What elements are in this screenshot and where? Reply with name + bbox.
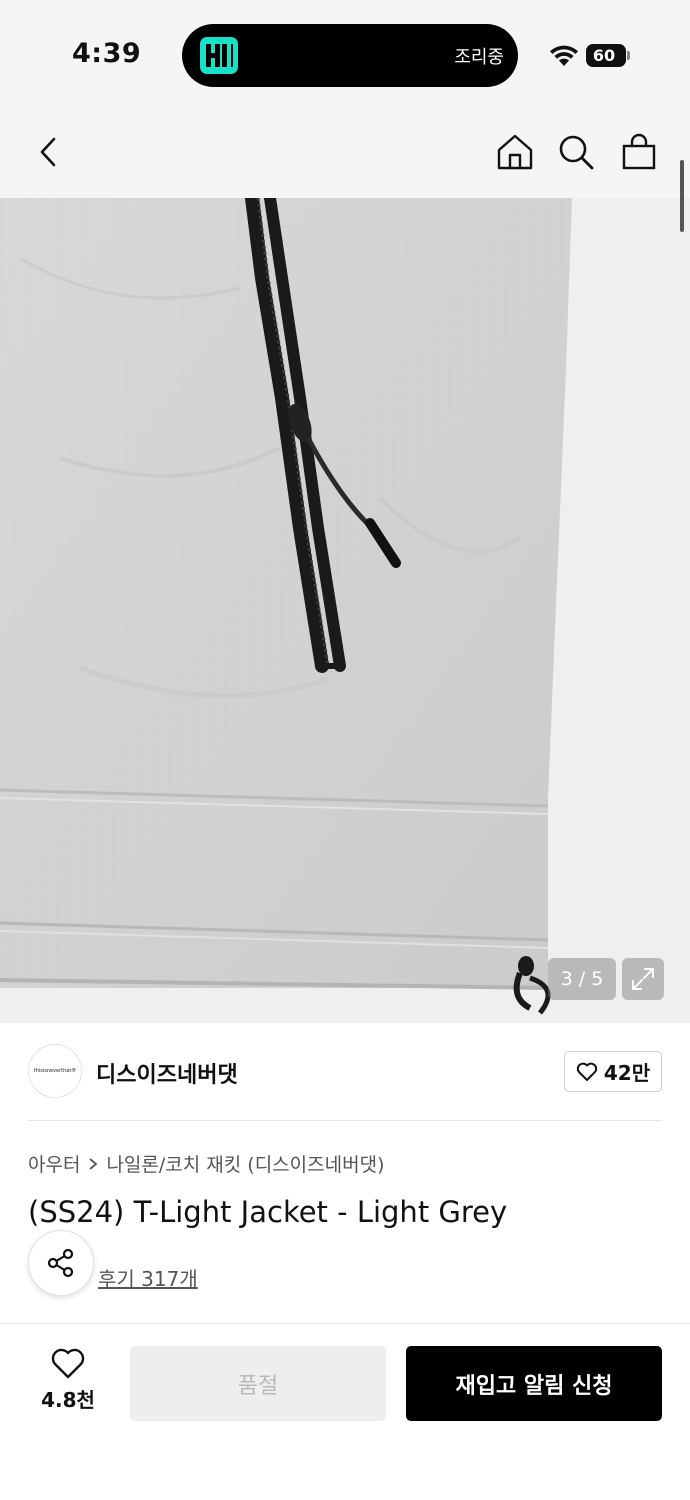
share-button[interactable] (28, 1230, 94, 1296)
gallery-page-counter: 3 / 5 (548, 958, 616, 1000)
search-button[interactable] (554, 130, 598, 174)
navigation-bar (0, 110, 690, 198)
breadcrumb-item-subcategory[interactable]: 나일론/코치 재킷 (디스이즈네버댓) (106, 1150, 384, 1177)
search-icon (559, 135, 594, 170)
brand-name[interactable]: 디스이즈네버댓 (96, 1057, 238, 1089)
island-activity-label: 조리중 (454, 47, 504, 68)
breadcrumb-item-category[interactable]: 아우터 (28, 1150, 80, 1177)
dynamic-island[interactable]: 조리중 (182, 24, 518, 87)
status-bar: 4:39 조리중 60 (0, 0, 690, 110)
heart-icon (576, 1062, 598, 1081)
status-time: 4:39 (72, 38, 142, 69)
expand-image-button[interactable] (622, 958, 664, 1000)
review-link[interactable]: 후기 317개 (98, 1263, 198, 1292)
brand-logo[interactable]: thisisneverthat® (28, 1044, 82, 1098)
brand-row: thisisneverthat® 디스이즈네버댓 42만 (28, 1044, 662, 1100)
brand-like-count: 42만 (603, 1061, 651, 1085)
product-title: (SS24) T-Light Jacket - Light Grey (28, 1195, 508, 1229)
heart-icon (51, 1348, 85, 1379)
battery-cap (627, 51, 630, 60)
home-icon (497, 134, 533, 170)
cart-button[interactable] (617, 130, 661, 174)
product-image-gallery[interactable]: 3 / 5 (0, 198, 690, 1023)
chevron-right-icon (89, 1157, 98, 1170)
divider (28, 1120, 662, 1121)
wifi-icon (550, 45, 578, 66)
soldout-button: 품절 (130, 1346, 386, 1421)
home-button[interactable] (493, 130, 537, 174)
share-icon (47, 1248, 74, 1278)
back-icon (40, 137, 56, 167)
wishlist-button[interactable]: 4.8천 (28, 1348, 108, 1420)
back-button[interactable] (26, 130, 70, 174)
wishlist-count: 4.8천 (41, 1388, 95, 1412)
page-scrollbar[interactable] (680, 160, 684, 232)
shopping-bag-icon (622, 133, 656, 170)
expand-icon (632, 968, 654, 990)
app-logo-icon (200, 37, 238, 74)
bottom-action-bar: 4.8천 품절 재입고 알림 신청 (0, 1323, 690, 1500)
battery-indicator: 60 (586, 44, 630, 67)
battery-level: 60 (592, 46, 616, 65)
product-photo (0, 198, 690, 1023)
restock-alert-button[interactable]: 재입고 알림 신청 (406, 1346, 662, 1421)
brand-logo-text: thisisneverthat® (33, 1068, 77, 1074)
brand-like-button[interactable]: 42만 (564, 1051, 662, 1092)
breadcrumb: 아우터 나일론/코치 재킷 (디스이즈네버댓) (28, 1150, 384, 1177)
